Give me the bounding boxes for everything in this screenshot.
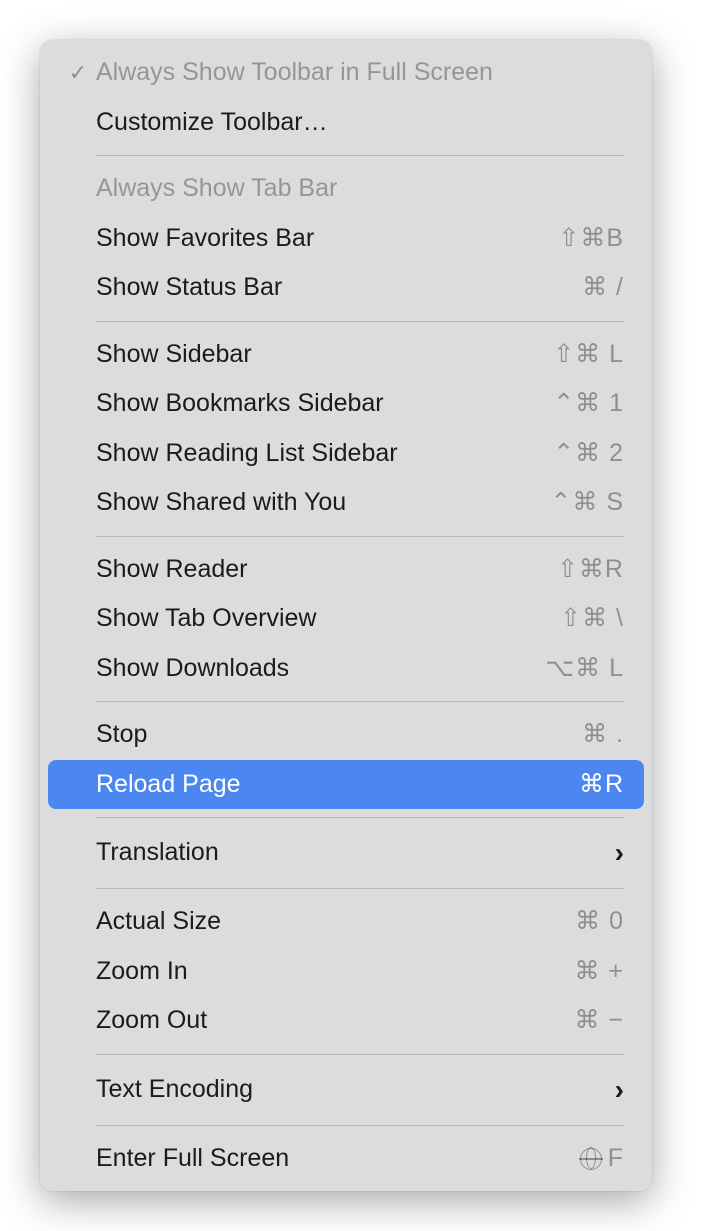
chevron-right-icon: › — [615, 1069, 624, 1111]
menu-item-label: Show Status Bar — [96, 269, 582, 307]
shortcut-text: F — [608, 1144, 624, 1172]
menu-item-reload-page[interactable]: Reload Page⌘R — [48, 760, 644, 810]
menu-separator — [96, 1125, 624, 1126]
menu-item-label: Show Sidebar — [96, 336, 553, 374]
menu-item-show-sidebar[interactable]: Show Sidebar⇧⌘ L — [40, 330, 652, 380]
menu-item-actual-size[interactable]: Actual Size⌘ 0 — [40, 897, 652, 947]
menu-item-show-bookmarks-sidebar[interactable]: Show Bookmarks Sidebar⌃⌘ 1 — [40, 379, 652, 429]
menu-item-label: Show Tab Overview — [96, 600, 560, 638]
menu-item-label: Text Encoding — [96, 1071, 615, 1109]
menu-item-label: Actual Size — [96, 903, 575, 941]
menu-separator — [96, 888, 624, 889]
menu-item-shortcut: ⌘ / — [582, 269, 624, 307]
menu-item-label: Translation — [96, 834, 615, 872]
menu-item-shortcut: ⌘ . — [582, 716, 624, 754]
menu-item-stop[interactable]: Stop⌘ . — [40, 710, 652, 760]
menu-item-shortcut: ⌘ + — [574, 953, 624, 991]
menu-item-label: Enter Full Screen — [96, 1140, 580, 1178]
menu-item-label: Show Reader — [96, 551, 557, 589]
menu-item-label: Show Bookmarks Sidebar — [96, 385, 553, 423]
menu-item-label: Show Downloads — [96, 650, 545, 688]
menu-separator — [96, 155, 624, 156]
menu-item-label: Show Favorites Bar — [96, 220, 558, 258]
menu-item-shortcut: ⌃⌘ 2 — [553, 435, 624, 473]
menu-item-shortcut: ⌥⌘ L — [545, 650, 624, 688]
menu-item-shortcut: ⇧⌘R — [557, 551, 624, 589]
menu-item-label: Always Show Tab Bar — [96, 170, 624, 208]
menu-item-show-downloads[interactable]: Show Downloads⌥⌘ L — [40, 644, 652, 694]
menu-item-show-reader[interactable]: Show Reader⇧⌘R — [40, 545, 652, 595]
menu-item-label: Show Shared with You — [96, 484, 550, 522]
menu-item-label: Reload Page — [96, 766, 579, 804]
menu-item-always-show-tab-bar: Always Show Tab Bar — [40, 164, 652, 214]
globe-icon — [580, 1148, 602, 1170]
menu-separator — [96, 536, 624, 537]
menu-item-shortcut: ⌘R — [579, 766, 624, 804]
menu-item-shortcut: ⇧⌘ \ — [560, 600, 624, 638]
menu-item-always-show-toolbar-fullscreen: ✓Always Show Toolbar in Full Screen — [40, 48, 652, 98]
view-menu: ✓Always Show Toolbar in Full Screen Custo… — [40, 40, 652, 1191]
menu-separator — [96, 701, 624, 702]
menu-item-shortcut: ⌘ − — [574, 1002, 624, 1040]
menu-separator — [96, 817, 624, 818]
menu-item-shortcut: ⌘ 0 — [575, 903, 624, 941]
menu-item-shortcut: F — [580, 1140, 624, 1178]
menu-item-show-favorites-bar[interactable]: Show Favorites Bar⇧⌘B — [40, 214, 652, 264]
menu-item-show-tab-overview[interactable]: Show Tab Overview⇧⌘ \ — [40, 594, 652, 644]
menu-item-translation[interactable]: Translation› — [40, 826, 652, 880]
menu-item-label: Always Show Toolbar in Full Screen — [96, 54, 624, 92]
menu-item-shortcut: ⇧⌘B — [558, 220, 624, 258]
menu-item-show-status-bar[interactable]: Show Status Bar⌘ / — [40, 263, 652, 313]
menu-item-zoom-out[interactable]: Zoom Out⌘ − — [40, 996, 652, 1046]
menu-item-show-shared-with-you[interactable]: Show Shared with You⌃⌘ S — [40, 478, 652, 528]
chevron-right-icon: › — [615, 832, 624, 874]
menu-separator — [96, 1054, 624, 1055]
menu-item-label: Show Reading List Sidebar — [96, 435, 553, 473]
menu-item-text-encoding[interactable]: Text Encoding› — [40, 1063, 652, 1117]
menu-item-shortcut: ⌃⌘ 1 — [553, 385, 624, 423]
menu-item-label: Zoom In — [96, 953, 574, 991]
menu-item-shortcut: ⇧⌘ L — [553, 336, 624, 374]
menu-item-zoom-in[interactable]: Zoom In⌘ + — [40, 947, 652, 997]
menu-separator — [96, 321, 624, 322]
menu-item-label: Zoom Out — [96, 1002, 574, 1040]
menu-item-show-reading-list-sidebar[interactable]: Show Reading List Sidebar⌃⌘ 2 — [40, 429, 652, 479]
checkmark-icon: ✓ — [60, 56, 96, 89]
menu-item-label: Stop — [96, 716, 582, 754]
menu-item-enter-full-screen[interactable]: Enter Full Screen F — [40, 1134, 652, 1184]
menu-item-label: Customize Toolbar… — [96, 104, 624, 142]
menu-item-shortcut: ⌃⌘ S — [550, 484, 624, 522]
menu-item-customize-toolbar[interactable]: Customize Toolbar… — [40, 98, 652, 148]
